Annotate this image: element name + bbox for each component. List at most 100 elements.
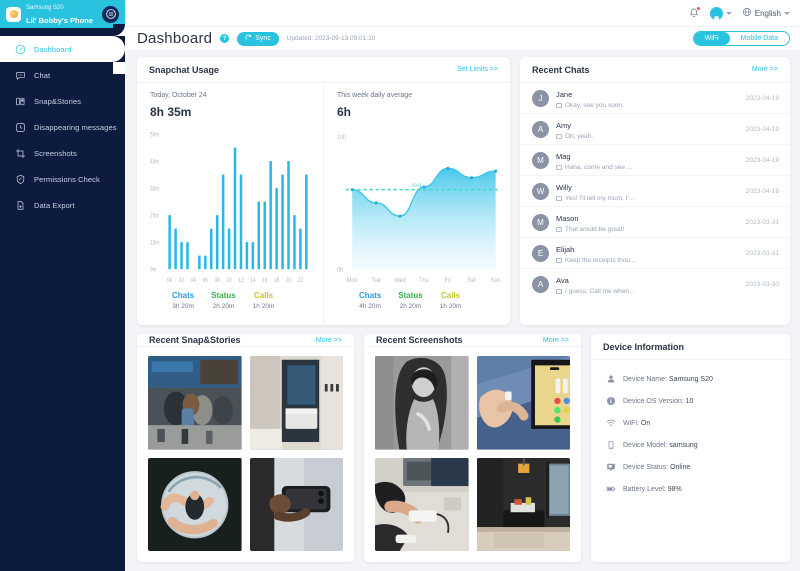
chat-preview: I guess. Call me when... xyxy=(556,288,739,295)
message-icon xyxy=(556,289,562,294)
device-info-value: Online xyxy=(670,463,691,471)
chat-list-item[interactable]: M Mag Haha, come and see ... 2023-04-19 xyxy=(520,145,790,176)
bar xyxy=(215,215,219,270)
sidebar-item-label: Data Export xyxy=(34,200,75,210)
hotel-room-doorway-photo[interactable] xyxy=(249,356,343,450)
screenshots-more-link[interactable]: More >> xyxy=(543,337,569,344)
stat-key: Calls xyxy=(253,291,274,300)
message-icon xyxy=(556,257,562,263)
dark-living-room-screenshot[interactable] xyxy=(476,457,570,551)
device-info-label: Device Name: Samsung S20 xyxy=(623,375,713,383)
chat-list-item[interactable]: M Mason That would be great! 2023-03-31 xyxy=(520,207,790,238)
screenshots-thumbnail-grid xyxy=(364,347,581,562)
device-info-value: 10 xyxy=(685,397,694,405)
notification-button[interactable] xyxy=(688,6,701,19)
chat-list-item[interactable]: E Elijah Keep the receipts thou... 2023-03-… xyxy=(520,238,790,269)
chat-list-item[interactable]: J Jane Okay, see you soon. 2023-04-19 xyxy=(520,83,790,114)
device-summary: Samsung S20 Lil' Bobby's Phone xyxy=(26,0,97,28)
hand-holding-phone-photo[interactable] xyxy=(249,457,343,551)
sync-button[interactable]: Sync xyxy=(237,31,279,46)
account-menu[interactable] xyxy=(709,6,732,20)
main-area: English Dashboard ? Sync Updated: 2023-0… xyxy=(125,0,800,571)
network-option-wifi[interactable]: WiFi xyxy=(693,32,730,45)
sidebar-item-disappearing-messages[interactable]: Disappearing messages xyxy=(0,114,125,140)
language-label: English xyxy=(754,8,781,18)
street-crowd-photo[interactable] xyxy=(148,356,242,450)
stat-key: Chats xyxy=(359,291,382,300)
svg-text:40m: 40m xyxy=(150,159,159,166)
bar xyxy=(275,188,278,270)
screenshots-card-header: Recent Screenshots More >> xyxy=(364,334,581,347)
dashboard-icon xyxy=(14,43,26,55)
shield-icon xyxy=(14,173,26,185)
avatar: E xyxy=(532,244,549,262)
chat-contact-name: Amy xyxy=(556,120,571,130)
sidebar-item-permissions-check[interactable]: Permissions Check xyxy=(0,166,125,192)
bar xyxy=(281,174,284,270)
chat-text: Ava I guess. Call me when... xyxy=(556,274,739,295)
chat-text: Mason That would be great! xyxy=(556,212,739,233)
usage-card-body: Today, October 24 8h 35m 0m 10m 20m 30m 40m 5… xyxy=(137,83,510,325)
chevron-down-icon xyxy=(725,11,732,15)
switch-device-icon[interactable] xyxy=(102,5,119,23)
chat-list-item[interactable]: W Willy Yes! I'll tell my mum, I'... 2023-0… xyxy=(520,176,790,207)
set-limits-link[interactable]: Set Limits >> xyxy=(457,66,498,73)
chat-preview: Oh, yeah. xyxy=(556,133,739,140)
svg-text:14: 14 xyxy=(250,277,255,284)
svg-text:20: 20 xyxy=(286,277,291,284)
phone-home-screen-screenshot[interactable] xyxy=(476,356,570,450)
bar xyxy=(209,228,213,270)
help-icon[interactable]: ? xyxy=(220,34,230,43)
svg-text:04: 04 xyxy=(191,277,196,284)
usage-week-stats: Chats 4h 20m Status 2h 20m Calls 1h 20m xyxy=(337,287,500,319)
sidebar-item-label: Permissions Check xyxy=(34,174,100,184)
device-info-row: WiFi: On xyxy=(606,418,790,428)
chat-contact-name: Elijah xyxy=(556,244,575,254)
sidebar-item-snap-stories[interactable]: Snap&Stories xyxy=(0,88,125,114)
wifi-icon xyxy=(606,418,616,428)
chat-date: 2023-03-30 xyxy=(745,281,779,288)
device-info-label: Device OS Version: 10 xyxy=(623,397,694,405)
bw-portrait-screenshot[interactable] xyxy=(375,356,469,450)
snaps-more-link[interactable]: More >> xyxy=(316,337,342,344)
chat-preview: Haha, come and see ... xyxy=(556,164,739,171)
sidebar-device-header[interactable]: Samsung S20 Lil' Bobby's Phone xyxy=(0,0,125,28)
chat-preview: Okay, see you soon. xyxy=(556,102,739,109)
sidebar-item-screenshots[interactable]: Screenshots xyxy=(0,140,125,166)
chat-date: 2023-04-19 xyxy=(745,125,779,133)
svg-text:20m: 20m xyxy=(150,213,159,220)
chat-date: 2023-04-19 xyxy=(745,156,779,164)
chat-icon xyxy=(14,69,26,81)
svg-text:08: 08 xyxy=(215,277,220,284)
network-toggle[interactable]: WiFi Mobile Data xyxy=(692,31,790,46)
chats-more-link[interactable]: More >> xyxy=(752,66,778,73)
stat-key: Status xyxy=(211,291,236,300)
stat-calls: Calls 1h 20m xyxy=(253,291,275,310)
sidebar-item-chat[interactable]: Chat xyxy=(0,62,125,88)
stat-key: Calls xyxy=(440,291,461,300)
hands-device-desk-screenshot[interactable] xyxy=(375,457,469,551)
snaps-card-header: Recent Snap&Stories More >> xyxy=(137,334,354,347)
language-selector[interactable]: English xyxy=(742,7,790,19)
sidebar-nav: Dashboard Chat Snap&Stories Disappearing… xyxy=(0,24,125,218)
message-icon xyxy=(556,133,562,139)
stat-value: 1h 20m xyxy=(252,303,275,310)
avatar: A xyxy=(532,276,549,293)
monitor-icon xyxy=(606,462,616,472)
chat-list-item[interactable]: A Ava I guess. Call me when... 2023-03-30 xyxy=(520,269,790,300)
sidebar-item-label: Disappearing messages xyxy=(34,122,117,132)
dashboard-row-top: Snapchat Usage Set Limits >> Today, Octo… xyxy=(137,57,790,325)
chat-list-item[interactable]: A Amy Oh, yeah. 2023-04-19 xyxy=(520,114,790,145)
clock-icon xyxy=(14,121,26,133)
bar xyxy=(305,174,308,270)
sidebar-item-dashboard[interactable]: Dashboard xyxy=(0,24,125,74)
hands-holding-sphere-photo[interactable] xyxy=(148,457,242,551)
device-info-value: samsung xyxy=(669,441,698,449)
network-option-mobile-data[interactable]: Mobile Data xyxy=(730,32,789,45)
user-avatar-icon xyxy=(709,6,723,20)
message-icon xyxy=(556,102,562,108)
sidebar-item-data-export[interactable]: Data Export xyxy=(0,192,125,218)
chat-contact-name: Jane xyxy=(556,89,573,99)
chat-text: Amy Oh, yeah. xyxy=(556,119,739,140)
device-name-label: Lil' Bobby's Phone xyxy=(26,16,93,25)
